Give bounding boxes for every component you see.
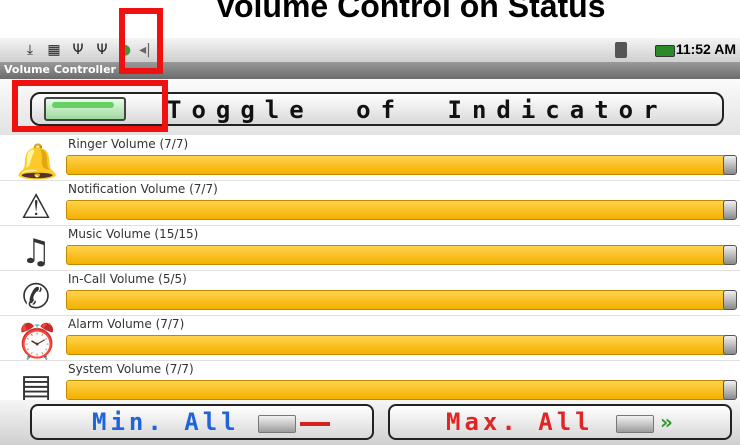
volume-label: In-Call Volume (5/5) — [68, 272, 187, 286]
toggle-indicator-label: Toggle of Indicator — [167, 96, 668, 124]
signal-icon — [615, 42, 627, 58]
volume-row-incall: ✆ In-Call Volume (5/5) — [0, 270, 740, 316]
phone-icon: ✆ — [21, 277, 51, 317]
slider-thumb[interactable] — [723, 335, 737, 355]
status-bar: ⤓ ▦ Ψ Ψ ● ◂| 11:52 AM — [0, 38, 740, 63]
slider-thumb[interactable] — [723, 155, 737, 175]
save-icon: ▦ — [47, 42, 61, 58]
warning-icon: ⚠ — [20, 187, 52, 227]
bottom-bar: Min. All Max. All » — [0, 400, 740, 445]
volume-label: Music Volume (15/15) — [68, 227, 199, 241]
ringer-volume-slider[interactable] — [66, 155, 737, 175]
incall-volume-slider[interactable] — [66, 290, 737, 310]
alarm-clock-icon: ⏰ — [16, 322, 59, 362]
speaker-icon — [258, 415, 296, 433]
volume-row-notification: ⚠ Notification Volume (7/7) — [0, 180, 740, 226]
min-all-button[interactable]: Min. All — [30, 404, 374, 440]
battery-icon — [655, 45, 675, 57]
usb-icon: Ψ — [96, 42, 108, 58]
headline: Volume Control on Status — [215, 0, 606, 24]
volume-row-ringer: 🔔 Ringer Volume (7/7) — [0, 135, 740, 181]
min-all-label: Min. All — [92, 408, 240, 436]
volume-label: System Volume (7/7) — [68, 362, 194, 376]
music-icon: ♫ — [20, 232, 52, 272]
highlight-toggle-button — [12, 80, 168, 132]
usb-icon: Ψ — [72, 42, 84, 58]
slider-thumb[interactable] — [723, 380, 737, 400]
slider-thumb[interactable] — [723, 200, 737, 220]
sound-waves-icon: » — [660, 410, 673, 434]
alarm-volume-slider[interactable] — [66, 335, 737, 355]
notification-volume-slider[interactable] — [66, 200, 737, 220]
bell-icon: 🔔 — [16, 142, 59, 182]
minus-icon — [300, 422, 330, 426]
max-all-button[interactable]: Max. All » — [388, 404, 732, 440]
app-title: Volume Controller — [4, 63, 116, 76]
speaker-icon — [616, 415, 654, 433]
volume-row-music: ♫ Music Volume (15/15) — [0, 225, 740, 271]
download-icon: ⤓ — [26, 42, 34, 58]
slider-thumb[interactable] — [723, 290, 737, 310]
music-volume-slider[interactable] — [66, 245, 737, 265]
slider-thumb[interactable] — [723, 245, 737, 265]
highlight-status-indicator — [119, 8, 163, 74]
volume-label: Ringer Volume (7/7) — [68, 137, 189, 151]
volume-label: Notification Volume (7/7) — [68, 182, 218, 196]
status-time: 11:52 AM — [675, 41, 736, 57]
max-all-label: Max. All — [446, 408, 594, 436]
volume-row-alarm: ⏰ Alarm Volume (7/7) — [0, 315, 740, 361]
app-title-bar: Volume Controller — [0, 62, 740, 79]
volume-label: Alarm Volume (7/7) — [68, 317, 185, 331]
system-volume-slider[interactable] — [66, 380, 737, 400]
